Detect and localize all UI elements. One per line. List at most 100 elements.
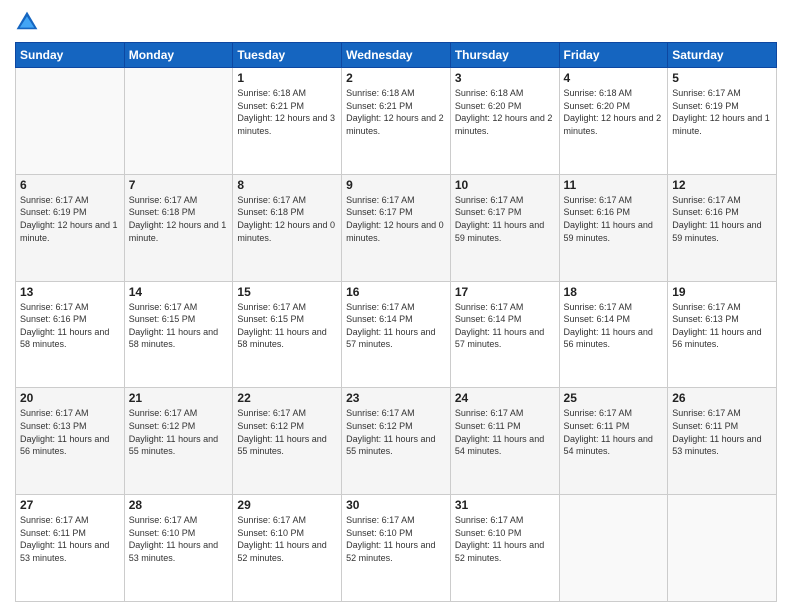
day-number: 30 [346, 498, 446, 512]
calendar-cell: 14 Sunrise: 6:17 AM Sunset: 6:15 PM Dayli… [124, 281, 233, 388]
day-info: Sunrise: 6:17 AM Sunset: 6:19 PM Dayligh… [20, 194, 120, 244]
day-info: Sunrise: 6:17 AM Sunset: 6:12 PM Dayligh… [237, 407, 337, 457]
day-info: Sunrise: 6:17 AM Sunset: 6:19 PM Dayligh… [672, 87, 772, 137]
day-info: Sunrise: 6:17 AM Sunset: 6:16 PM Dayligh… [672, 194, 772, 244]
day-number: 9 [346, 178, 446, 192]
logo [15, 10, 43, 34]
day-info: Sunrise: 6:17 AM Sunset: 6:10 PM Dayligh… [346, 514, 446, 564]
weekday-header-monday: Monday [124, 43, 233, 68]
day-number: 27 [20, 498, 120, 512]
calendar-cell: 13 Sunrise: 6:17 AM Sunset: 6:16 PM Dayli… [16, 281, 125, 388]
day-info: Sunrise: 6:17 AM Sunset: 6:13 PM Dayligh… [672, 301, 772, 351]
calendar: SundayMondayTuesdayWednesdayThursdayFrid… [15, 42, 777, 602]
day-number: 23 [346, 391, 446, 405]
day-info: Sunrise: 6:17 AM Sunset: 6:15 PM Dayligh… [129, 301, 229, 351]
calendar-cell: 26Sunrise: 6:17 AM Sunset: 6:11 PM Dayli… [668, 388, 777, 495]
day-number: 18 [564, 285, 664, 299]
calendar-cell: 28Sunrise: 6:17 AM Sunset: 6:10 PM Dayli… [124, 495, 233, 602]
day-number: 11 [564, 178, 664, 192]
calendar-cell: 1Sunrise: 6:18 AM Sunset: 6:21 PM Daylig… [233, 68, 342, 175]
day-number: 7 [129, 178, 229, 192]
calendar-cell: 16Sunrise: 6:17 AM Sunset: 6:14 PM Dayli… [342, 281, 451, 388]
day-info: Sunrise: 6:17 AM Sunset: 6:10 PM Dayligh… [129, 514, 229, 564]
day-number: 31 [455, 498, 555, 512]
day-info: Sunrise: 6:17 AM Sunset: 6:14 PM Dayligh… [455, 301, 555, 351]
day-number: 5 [672, 71, 772, 85]
day-info: Sunrise: 6:17 AM Sunset: 6:11 PM Dayligh… [20, 514, 120, 564]
day-info: Sunrise: 6:17 AM Sunset: 6:11 PM Dayligh… [455, 407, 555, 457]
page: SundayMondayTuesdayWednesdayThursdayFrid… [0, 0, 792, 612]
day-number: 10 [455, 178, 555, 192]
calendar-cell: 5 Sunrise: 6:17 AM Sunset: 6:19 PM Daylig… [668, 68, 777, 175]
day-info: Sunrise: 6:17 AM Sunset: 6:10 PM Dayligh… [455, 514, 555, 564]
calendar-cell [124, 68, 233, 175]
calendar-cell: 7 Sunrise: 6:17 AM Sunset: 6:18 PM Daylig… [124, 174, 233, 281]
header [15, 10, 777, 34]
day-number: 20 [20, 391, 120, 405]
calendar-cell: 2 Sunrise: 6:18 AM Sunset: 6:21 PM Daylig… [342, 68, 451, 175]
day-number: 22 [237, 391, 337, 405]
week-row-3: 13 Sunrise: 6:17 AM Sunset: 6:16 PM Dayli… [16, 281, 777, 388]
calendar-cell: 15 Sunrise: 6:17 AM Sunset: 6:15 PM Dayli… [233, 281, 342, 388]
calendar-cell: 29Sunrise: 6:17 AM Sunset: 6:10 PM Dayli… [233, 495, 342, 602]
calendar-cell: 24 Sunrise: 6:17 AM Sunset: 6:11 PM Dayli… [450, 388, 559, 495]
weekday-header-thursday: Thursday [450, 43, 559, 68]
calendar-cell: 22 Sunrise: 6:17 AM Sunset: 6:12 PM Dayli… [233, 388, 342, 495]
calendar-cell: 11 Sunrise: 6:17 AM Sunset: 6:16 PM Dayli… [559, 174, 668, 281]
day-number: 19 [672, 285, 772, 299]
day-number: 16 [346, 285, 446, 299]
weekday-header-row: SundayMondayTuesdayWednesdayThursdayFrid… [16, 43, 777, 68]
day-number: 24 [455, 391, 555, 405]
day-info: Sunrise: 6:17 AM Sunset: 6:16 PM Dayligh… [564, 194, 664, 244]
day-info: Sunrise: 6:17 AM Sunset: 6:12 PM Dayligh… [129, 407, 229, 457]
day-number: 25 [564, 391, 664, 405]
calendar-cell: 30 Sunrise: 6:17 AM Sunset: 6:10 PM Dayli… [342, 495, 451, 602]
weekday-header-wednesday: Wednesday [342, 43, 451, 68]
calendar-cell: 25 Sunrise: 6:17 AM Sunset: 6:11 PM Dayli… [559, 388, 668, 495]
calendar-cell: 10 Sunrise: 6:17 AM Sunset: 6:17 PM Dayli… [450, 174, 559, 281]
day-info: Sunrise: 6:17 AM Sunset: 6:17 PM Dayligh… [346, 194, 446, 244]
day-info: Sunrise: 6:17 AM Sunset: 6:11 PM Dayligh… [564, 407, 664, 457]
calendar-cell [668, 495, 777, 602]
week-row-5: 27 Sunrise: 6:17 AM Sunset: 6:11 PM Dayli… [16, 495, 777, 602]
calendar-cell [16, 68, 125, 175]
day-number: 3 [455, 71, 555, 85]
calendar-cell: 18 Sunrise: 6:17 AM Sunset: 6:14 PM Dayli… [559, 281, 668, 388]
day-number: 14 [129, 285, 229, 299]
week-row-1: 1 Sunrise: 6:18 AM Sunset: 6:21 PM Daylig… [16, 68, 777, 175]
day-info: Sunrise: 6:17 AM Sunset: 6:10 PM Dayligh… [237, 514, 337, 564]
day-info: Sunrise: 6:17 AM Sunset: 6:16 PM Dayligh… [20, 301, 120, 351]
logo-icon [15, 10, 39, 34]
day-number: 1 [237, 71, 337, 85]
weekday-header-sunday: Sunday [16, 43, 125, 68]
day-info: Sunrise: 6:18 AM Sunset: 6:21 PM Dayligh… [346, 87, 446, 137]
day-number: 26 [672, 391, 772, 405]
calendar-cell: 23 Sunrise: 6:17 AM Sunset: 6:12 PM Dayli… [342, 388, 451, 495]
calendar-cell: 8Sunrise: 6:17 AM Sunset: 6:18 PM Daylig… [233, 174, 342, 281]
day-info: Sunrise: 6:17 AM Sunset: 6:15 PM Dayligh… [237, 301, 337, 351]
day-number: 2 [346, 71, 446, 85]
calendar-cell [559, 495, 668, 602]
calendar-cell: 20Sunrise: 6:17 AM Sunset: 6:13 PM Dayli… [16, 388, 125, 495]
calendar-cell: 3 Sunrise: 6:18 AM Sunset: 6:20 PM Daylig… [450, 68, 559, 175]
day-info: Sunrise: 6:17 AM Sunset: 6:18 PM Dayligh… [129, 194, 229, 244]
day-number: 4 [564, 71, 664, 85]
calendar-cell: 27 Sunrise: 6:17 AM Sunset: 6:11 PM Dayli… [16, 495, 125, 602]
calendar-cell: 31 Sunrise: 6:17 AM Sunset: 6:10 PM Dayli… [450, 495, 559, 602]
day-number: 17 [455, 285, 555, 299]
calendar-cell: 6Sunrise: 6:17 AM Sunset: 6:19 PM Daylig… [16, 174, 125, 281]
day-info: Sunrise: 6:17 AM Sunset: 6:17 PM Dayligh… [455, 194, 555, 244]
day-number: 13 [20, 285, 120, 299]
calendar-cell: 19 Sunrise: 6:17 AM Sunset: 6:13 PM Dayli… [668, 281, 777, 388]
day-number: 15 [237, 285, 337, 299]
calendar-cell: 17 Sunrise: 6:17 AM Sunset: 6:14 PM Dayli… [450, 281, 559, 388]
weekday-header-saturday: Saturday [668, 43, 777, 68]
day-number: 21 [129, 391, 229, 405]
day-info: Sunrise: 6:17 AM Sunset: 6:14 PM Dayligh… [564, 301, 664, 351]
day-info: Sunrise: 6:17 AM Sunset: 6:12 PM Dayligh… [346, 407, 446, 457]
week-row-4: 20Sunrise: 6:17 AM Sunset: 6:13 PM Dayli… [16, 388, 777, 495]
week-row-2: 6Sunrise: 6:17 AM Sunset: 6:19 PM Daylig… [16, 174, 777, 281]
day-info: Sunrise: 6:18 AM Sunset: 6:20 PM Dayligh… [455, 87, 555, 137]
day-info: Sunrise: 6:17 AM Sunset: 6:18 PM Dayligh… [237, 194, 337, 244]
day-info: Sunrise: 6:18 AM Sunset: 6:20 PM Dayligh… [564, 87, 664, 137]
